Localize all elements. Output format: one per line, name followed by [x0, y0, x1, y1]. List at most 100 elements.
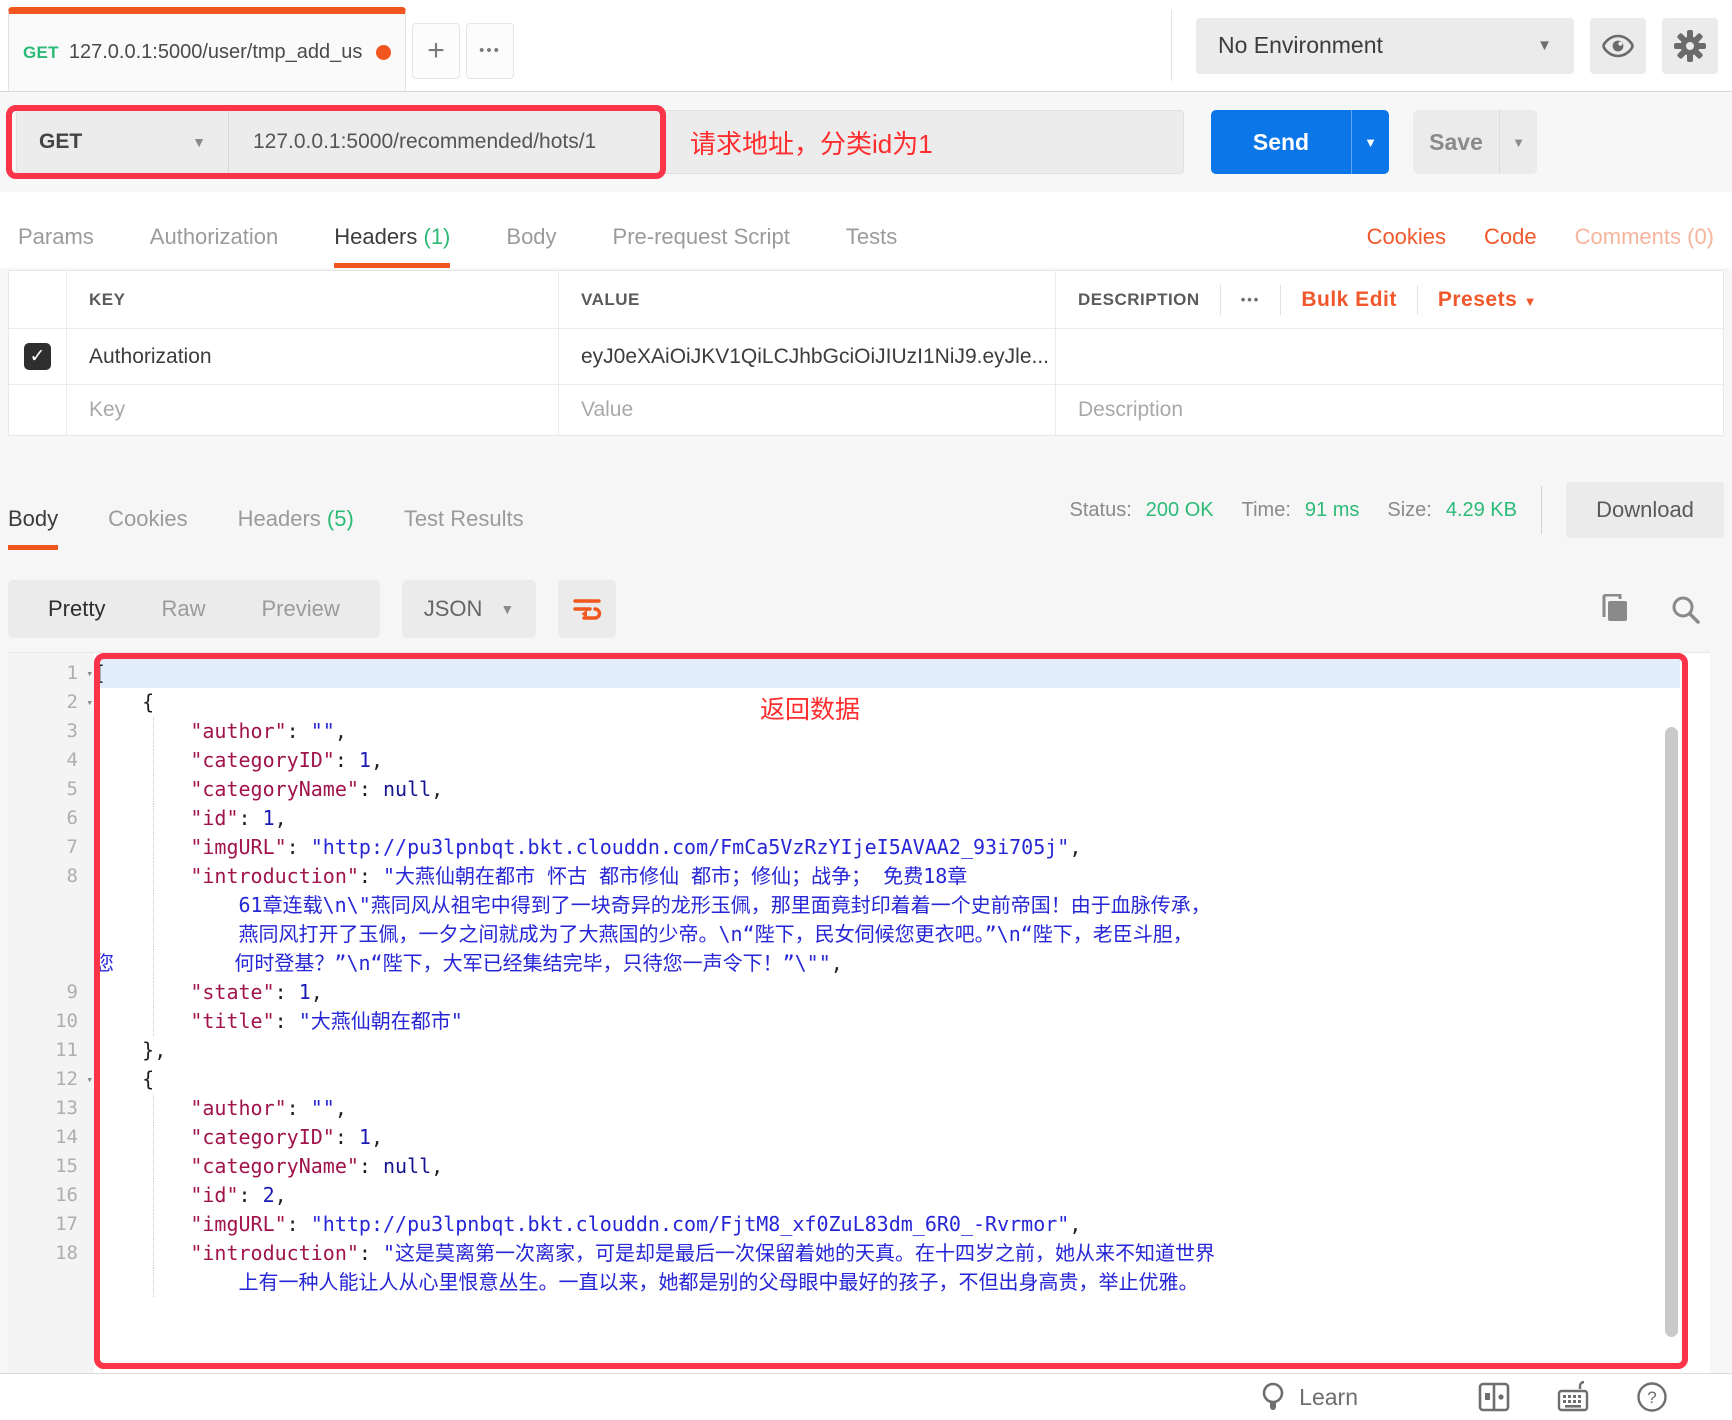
tab-prerequest-script[interactable]: Pre-request Script [613, 224, 790, 268]
shortcuts-button[interactable] [1556, 1381, 1590, 1413]
tab-url-label: 127.0.0.1:5000/user/tmp_add_us [68, 41, 363, 63]
description-input-placeholder[interactable]: Description [1056, 385, 1723, 435]
line-number[interactable] [8, 1268, 94, 1297]
response-tab-cookies[interactable]: Cookies [108, 506, 187, 550]
line-number[interactable] [8, 920, 94, 949]
layout-panes-button[interactable] [1478, 1382, 1510, 1412]
help-button[interactable]: ? [1636, 1381, 1668, 1413]
line-number[interactable]: 4 [8, 746, 94, 775]
code-line: 9 "state": 1, [8, 978, 1710, 1007]
download-button[interactable]: Download [1566, 482, 1724, 538]
save-button[interactable]: Save [1413, 110, 1499, 174]
code-link[interactable]: Code [1484, 224, 1537, 250]
mode-preview[interactable]: Preview [233, 596, 367, 622]
code-line-content: "categoryName": null, [190, 777, 444, 801]
response-tab-headers-label: Headers [237, 506, 321, 531]
environment-area: No Environment ▼ [1171, 10, 1732, 81]
key-input-placeholder[interactable]: Key [67, 385, 559, 435]
line-number[interactable]: 11 [8, 1036, 94, 1065]
new-tab-button[interactable]: + [412, 22, 460, 79]
panes-icon [1478, 1382, 1510, 1412]
response-tab-test-results[interactable]: Test Results [404, 506, 524, 550]
line-number[interactable]: 15 [8, 1152, 94, 1181]
line-number[interactable]: 17 [8, 1210, 94, 1239]
search-button[interactable] [1670, 594, 1700, 624]
wrap-lines-button[interactable] [558, 580, 617, 638]
code-line-content: "introduction": "大燕仙朝在都市 怀古 都市修仙 都市；修仙；战… [190, 864, 968, 888]
header-key-cell[interactable]: Authorization [67, 329, 559, 384]
send-options-button[interactable]: ▼ [1351, 110, 1389, 174]
copy-icon [1600, 594, 1630, 624]
copy-button[interactable] [1600, 594, 1630, 624]
line-number[interactable]: 2 ▾ [8, 688, 94, 717]
environment-select[interactable]: No Environment ▼ [1196, 17, 1574, 74]
line-number[interactable]: 5 [8, 775, 94, 804]
response-body-viewer[interactable]: 1 ▾[2 ▾ {3 "author": "", 4 "categoryID": 1,… [8, 652, 1710, 1373]
line-number[interactable]: 13 [8, 1094, 94, 1123]
line-number[interactable]: 10 [8, 1007, 94, 1036]
chevron-down-icon: ▼ [1523, 293, 1537, 309]
learn-button[interactable]: Learn [1261, 1382, 1358, 1412]
request-tab[interactable]: GET 127.0.0.1:5000/user/tmp_add_us [8, 7, 406, 91]
response-tab-headers[interactable]: Headers (5) [238, 506, 354, 550]
line-number[interactable] [8, 949, 94, 978]
code-line-content: { [94, 690, 155, 714]
fold-arrow-icon[interactable]: ▾ [86, 688, 93, 717]
learn-label: Learn [1299, 1383, 1358, 1410]
fold-arrow-icon[interactable]: ▾ [86, 659, 93, 688]
tab-body[interactable]: Body [506, 224, 556, 268]
more-tabs-button[interactable]: ••• [466, 22, 514, 79]
code-line: 4 "categoryID": 1, [8, 746, 1710, 775]
line-number[interactable]: 9 [8, 978, 94, 1007]
settings-button[interactable] [1662, 17, 1718, 74]
size-value: 4.29 KB [1445, 498, 1517, 521]
presets-dropdown[interactable]: Presets ▼ [1438, 288, 1537, 312]
tab-authorization[interactable]: Authorization [150, 224, 278, 268]
code-line-content: 燕同风打开了玉佩，一夕之间就成为了大燕国的少帝。\n“陛下，民女伺候您更衣吧。”… [238, 922, 1193, 946]
code-line-content: "id": 2, [190, 1183, 287, 1207]
line-number[interactable]: 12 ▾ [8, 1065, 94, 1094]
help-icon: ? [1636, 1381, 1668, 1413]
line-number[interactable] [8, 891, 94, 920]
response-tab-body[interactable]: Body [8, 506, 59, 550]
fold-arrow-icon[interactable]: ▾ [86, 1065, 93, 1094]
value-input-placeholder[interactable]: Value [559, 385, 1056, 435]
vertical-scrollbar[interactable] [1665, 727, 1678, 1337]
line-number[interactable]: 3 [8, 717, 94, 746]
header-description-cell[interactable] [1056, 329, 1723, 384]
tab-headers[interactable]: Headers (1) [334, 224, 451, 268]
tab-tests[interactable]: Tests [846, 224, 897, 268]
save-options-button[interactable]: ▼ [1499, 110, 1537, 174]
line-number[interactable]: 6 [8, 804, 94, 833]
line-number[interactable]: 8 [8, 862, 94, 891]
mode-raw[interactable]: Raw [133, 596, 233, 622]
code-line-content: "imgURL": "http://pu3lpnbqt.bkt.clouddn.… [190, 835, 1082, 859]
code-line: 17 "imgURL": "http://pu3lpnbqt.bkt.cloud… [8, 1210, 1710, 1239]
cookies-link[interactable]: Cookies [1367, 224, 1446, 250]
line-number[interactable]: 7 [8, 833, 94, 862]
tab-headers-label: Headers [334, 224, 418, 249]
code-line-content: "author": "", [190, 1096, 347, 1120]
response-tools-right [1600, 594, 1724, 624]
line-number[interactable]: 1 ▾ [8, 659, 94, 688]
tab-params[interactable]: Params [18, 224, 94, 268]
line-number[interactable]: 18 [8, 1239, 94, 1268]
send-button[interactable]: Send [1211, 110, 1351, 174]
line-number[interactable]: 14 [8, 1123, 94, 1152]
method-select[interactable]: GET ▼ [17, 111, 229, 173]
code-line: 7 "imgURL": "http://pu3lpnbqt.bkt.cloudd… [8, 833, 1710, 862]
view-mode-switch: Pretty Raw Preview [8, 580, 380, 638]
column-description: DESCRIPTION [1078, 289, 1200, 309]
header-value-cell[interactable]: eyJ0eXAiOiJKV1QiLCJhbGciOiJIUzI1NiJ9.eyJ… [559, 329, 1056, 384]
language-select[interactable]: JSON ▼ [401, 580, 537, 638]
response-status-cluster: Status: 200 OK Time: 91 ms Size: 4.29 KB… [1070, 482, 1724, 550]
bulk-edit-link[interactable]: Bulk Edit [1301, 288, 1397, 312]
environment-quicklook-button[interactable] [1590, 17, 1646, 74]
chevron-down-icon: ▼ [1364, 134, 1377, 150]
code-line-content: { [94, 1067, 155, 1091]
mode-pretty[interactable]: Pretty [20, 596, 133, 622]
line-number[interactable]: 16 [8, 1181, 94, 1210]
checked-checkbox[interactable]: ✓ [24, 343, 51, 370]
more-options-button[interactable]: ••• [1241, 292, 1261, 307]
comments-link[interactable]: Comments (0) [1575, 224, 1714, 250]
